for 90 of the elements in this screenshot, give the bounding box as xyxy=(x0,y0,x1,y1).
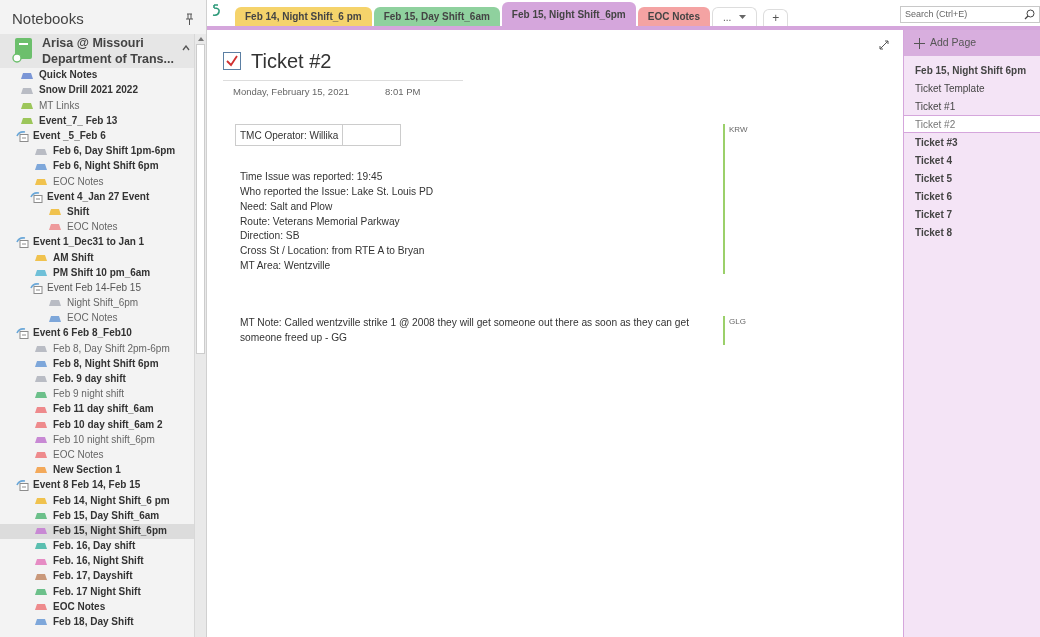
note-line: Direction: SB xyxy=(240,229,301,244)
note-line: Time Issue was reported: 19:45 xyxy=(240,170,384,185)
search-field[interactable]: Search (Ctrl+E) xyxy=(900,6,1040,23)
section-group[interactable]: Event 4_Jan 27 Event xyxy=(0,189,194,205)
section-item[interactable]: Event_7_ Feb 13 xyxy=(0,113,194,129)
page-time: 8:01 PM xyxy=(385,85,421,99)
section-item[interactable]: Night Shift_6pm xyxy=(0,295,194,311)
author-initials: KRW xyxy=(729,124,748,137)
note-line: MT Area: Wentzville xyxy=(240,259,332,274)
section-group[interactable]: Event Feb 14-Feb 15 xyxy=(0,280,194,296)
page-item[interactable]: Ticket 6 xyxy=(904,187,1040,205)
search-icon xyxy=(1024,9,1035,20)
add-page-button[interactable]: Add Page xyxy=(904,30,1040,56)
section-item[interactable]: Feb 15, Day Shift_6am xyxy=(0,508,194,524)
section-item[interactable]: Feb 9 night shift xyxy=(0,386,194,403)
page-item[interactable]: Ticket 8 xyxy=(904,223,1040,241)
section-item[interactable]: MT Links xyxy=(0,98,194,114)
section-item[interactable]: Feb 6, Day Shift 1pm-6pm xyxy=(0,143,194,160)
section-item[interactable]: EOC Notes xyxy=(0,219,194,236)
page-item[interactable]: Ticket #1 xyxy=(904,97,1040,115)
section-tab[interactable]: EOC Notes xyxy=(637,7,710,26)
section-group[interactable]: Event 6 Feb 8_Feb10 xyxy=(0,326,194,342)
section-item[interactable]: Feb 8, Day Shift 2pm-6pm xyxy=(0,341,194,357)
pin-icon[interactable] xyxy=(185,13,194,25)
section-item[interactable]: Shift xyxy=(0,204,194,220)
page-title: Ticket #2 xyxy=(251,49,332,74)
section-group[interactable]: Event 1_Dec31 to Jan 1 xyxy=(0,235,194,251)
section-group-icon xyxy=(30,282,43,294)
note-line: Route: Veterans Memorial Parkway xyxy=(240,214,401,229)
section-group-icon xyxy=(16,237,29,249)
more-tabs-button[interactable]: ... xyxy=(712,7,758,26)
plus-icon xyxy=(914,37,925,49)
notebook-icon xyxy=(12,37,34,63)
page-item[interactable]: Ticket 5 xyxy=(904,169,1040,187)
notebook-name: Arisa @ Missouri xyxy=(42,35,145,51)
section-item[interactable]: EOC Notes xyxy=(0,599,194,615)
caret-icon xyxy=(739,15,747,19)
section-item[interactable]: New Section 1 xyxy=(0,462,194,479)
section-item[interactable]: Snow Drill 2021 2022 xyxy=(0,83,194,99)
section-item[interactable]: EOC Notes xyxy=(0,311,194,327)
section-tab[interactable]: Feb 14, Night Shift_6 pm xyxy=(235,7,372,26)
section-item[interactable]: AM Shift xyxy=(0,250,194,266)
section-item[interactable]: Quick Notes xyxy=(0,68,194,84)
page-item[interactable]: Ticket 4 xyxy=(904,151,1040,169)
section-tab[interactable]: Feb 15, Day Shift_6am xyxy=(373,7,500,26)
page-item[interactable]: Ticket 7 xyxy=(904,205,1040,223)
section-item[interactable]: Feb. 17 Night Shift xyxy=(0,584,194,600)
section-group[interactable]: Event _5_Feb 6 xyxy=(0,128,194,144)
page-date: Monday, February 15, 2021 xyxy=(233,85,349,99)
section-item[interactable]: Feb. 9 day shift xyxy=(0,371,194,387)
section-item[interactable]: PM Shift 10 pm_6am xyxy=(0,265,194,281)
section-group-icon xyxy=(16,130,29,142)
page-item[interactable]: Ticket #3 xyxy=(904,133,1040,151)
notebook-header[interactable]: Arisa @ Missouri Department of Trans... xyxy=(0,34,194,68)
section-item[interactable]: Feb. 16, Night Shift xyxy=(0,554,194,570)
page-item[interactable]: Ticket #2 xyxy=(904,115,1040,133)
note-line: Need: Salt and Plow xyxy=(240,199,334,214)
add-section-tab[interactable]: + xyxy=(763,9,789,26)
sidebar-title: Notebooks xyxy=(12,8,84,29)
scrollbar[interactable] xyxy=(194,34,206,637)
section-item[interactable]: EOC Notes xyxy=(0,174,194,190)
note-line: MT Note: Called wentzville strike 1 @ 2008 they will get someone out there as soon as they can get someone freed up - GG xyxy=(240,315,691,345)
section-item[interactable]: Feb 11 day shift_6am xyxy=(0,402,194,418)
note-line: Who reported the Issue: Lake St. Louis PD xyxy=(240,185,435,200)
section-group-icon xyxy=(30,191,43,203)
section-item[interactable]: Feb. 16, Day shift xyxy=(0,538,194,554)
expand-icon[interactable] xyxy=(879,40,889,50)
caret-icon[interactable] xyxy=(182,45,190,51)
note-line: Cross St / Location: from RTE A to Bryan xyxy=(240,244,426,259)
section-item[interactable]: Feb 14, Night Shift_6 pm xyxy=(0,493,194,509)
section-tab[interactable]: Feb 15, Night Shift_6pm xyxy=(501,2,636,26)
page-item[interactable]: Feb 15, Night Shift 6pm xyxy=(904,61,1040,79)
section-group-icon xyxy=(16,480,29,492)
section-item[interactable]: Feb 8, Night Shift 6pm xyxy=(0,356,194,372)
section-group[interactable]: Event 8 Feb 14, Feb 15 xyxy=(0,478,194,494)
author-initials: GLG xyxy=(729,315,746,328)
section-item[interactable]: Feb 15, Night Shift_6pm xyxy=(0,523,194,539)
section-item[interactable]: Feb 18, Day Shift xyxy=(0,614,194,630)
section-item[interactable]: EOC Notes xyxy=(0,447,194,463)
sync-icon[interactable] xyxy=(211,3,221,17)
table-cell: TMC Operator: Willika xyxy=(236,125,344,146)
section-item[interactable]: Feb 6, Night Shift 6pm xyxy=(0,159,194,175)
section-item[interactable]: Feb 10 day shift_6am 2 xyxy=(0,417,194,433)
scroll-up-icon[interactable] xyxy=(197,37,204,41)
page-item[interactable]: Ticket Template xyxy=(904,79,1040,97)
section-item[interactable]: Feb. 17, Dayshift xyxy=(0,569,194,585)
checked-checkbox-icon[interactable] xyxy=(223,52,241,70)
section-item[interactable]: Feb 10 night shift_6pm xyxy=(0,432,194,448)
section-group-icon xyxy=(16,328,29,340)
notebook-name: Department of Trans... xyxy=(42,51,174,67)
